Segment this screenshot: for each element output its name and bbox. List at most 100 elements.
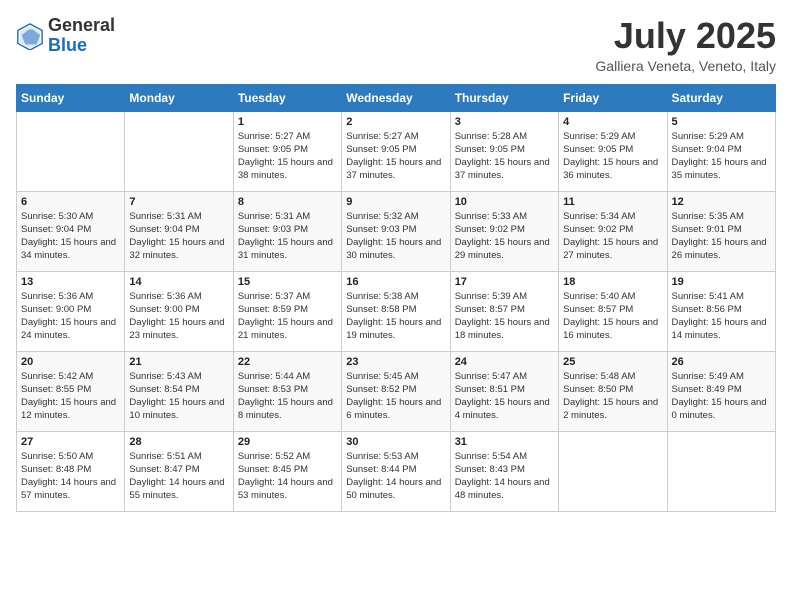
- day-info: Sunrise: 5:53 AM Sunset: 8:44 PM Dayligh…: [346, 450, 445, 503]
- day-info: Sunrise: 5:41 AM Sunset: 8:56 PM Dayligh…: [672, 290, 771, 343]
- month-title: July 2025: [595, 16, 776, 56]
- day-info: Sunrise: 5:34 AM Sunset: 9:02 PM Dayligh…: [563, 210, 662, 263]
- day-number: 11: [563, 196, 662, 208]
- day-info: Sunrise: 5:33 AM Sunset: 9:02 PM Dayligh…: [455, 210, 554, 263]
- day-info: Sunrise: 5:36 AM Sunset: 9:00 PM Dayligh…: [129, 290, 228, 343]
- logo-blue-text: Blue: [48, 35, 87, 55]
- day-number: 31: [455, 436, 554, 448]
- day-number: 14: [129, 276, 228, 288]
- day-number: 21: [129, 356, 228, 368]
- calendar-cell: 23Sunrise: 5:45 AM Sunset: 8:52 PM Dayli…: [342, 351, 450, 431]
- location-title: Galliera Veneta, Veneto, Italy: [595, 58, 776, 74]
- logo-icon: [16, 22, 44, 50]
- day-number: 1: [238, 116, 337, 128]
- calendar-cell: 19Sunrise: 5:41 AM Sunset: 8:56 PM Dayli…: [667, 271, 775, 351]
- calendar-cell: 25 Sunrise: 5:48 AM Sunset: 8:50 PM Dayli…: [559, 351, 667, 431]
- week-row-5: 27 Sunrise: 5:50 AM Sunset: 8:48 PM Dayli…: [17, 431, 776, 511]
- day-number: 23: [346, 356, 445, 368]
- day-number: 24: [455, 356, 554, 368]
- day-info: Sunrise: 5:49 AM Sunset: 8:49 PM Dayligh…: [672, 370, 771, 423]
- day-info: Sunrise: 5:39 AM Sunset: 8:57 PM Dayligh…: [455, 290, 554, 343]
- day-number: 30: [346, 436, 445, 448]
- calendar-cell: 7 Sunrise: 5:31 AM Sunset: 9:04 PM Daylig…: [125, 191, 233, 271]
- day-number: 6: [21, 196, 120, 208]
- page-header: General Blue July 2025 Galliera Veneta, …: [16, 16, 776, 74]
- day-info: Sunrise: 5:42 AM Sunset: 8:55 PM Dayligh…: [21, 370, 120, 423]
- day-info: Sunrise: 5:52 AM Sunset: 8:45 PM Dayligh…: [238, 450, 337, 503]
- day-info: Sunrise: 5:28 AM Sunset: 9:05 PM Dayligh…: [455, 130, 554, 183]
- day-number: 25: [563, 356, 662, 368]
- day-info: Sunrise: 5:43 AM Sunset: 8:54 PM Dayligh…: [129, 370, 228, 423]
- day-info: Sunrise: 5:51 AM Sunset: 8:47 PM Dayligh…: [129, 450, 228, 503]
- weekday-header-saturday: Saturday: [667, 84, 775, 111]
- weekday-header-wednesday: Wednesday: [342, 84, 450, 111]
- day-info: Sunrise: 5:29 AM Sunset: 9:04 PM Dayligh…: [672, 130, 771, 183]
- week-row-1: 1 Sunrise: 5:27 AM Sunset: 9:05 PM Daylig…: [17, 111, 776, 191]
- calendar-cell: 11 Sunrise: 5:34 AM Sunset: 9:02 PM Dayli…: [559, 191, 667, 271]
- day-info: Sunrise: 5:38 AM Sunset: 8:58 PM Dayligh…: [346, 290, 445, 343]
- day-number: 28: [129, 436, 228, 448]
- day-number: 10: [455, 196, 554, 208]
- calendar-cell: 17 Sunrise: 5:39 AM Sunset: 8:57 PM Dayli…: [450, 271, 558, 351]
- day-number: 5: [672, 116, 771, 128]
- day-info: Sunrise: 5:30 AM Sunset: 9:04 PM Dayligh…: [21, 210, 120, 263]
- calendar-cell: 29 Sunrise: 5:52 AM Sunset: 8:45 PM Dayli…: [233, 431, 341, 511]
- calendar-cell: 13 Sunrise: 5:36 AM Sunset: 9:00 PM Dayli…: [17, 271, 125, 351]
- day-info: Sunrise: 5:29 AM Sunset: 9:05 PM Dayligh…: [563, 130, 662, 183]
- calendar-cell: 1 Sunrise: 5:27 AM Sunset: 9:05 PM Daylig…: [233, 111, 341, 191]
- calendar-cell: 2 Sunrise: 5:27 AM Sunset: 9:05 PM Daylig…: [342, 111, 450, 191]
- calendar-cell: 16 Sunrise: 5:38 AM Sunset: 8:58 PM Dayli…: [342, 271, 450, 351]
- day-number: 20: [21, 356, 120, 368]
- day-number: 2: [346, 116, 445, 128]
- week-row-4: 20 Sunrise: 5:42 AM Sunset: 8:55 PM Dayli…: [17, 351, 776, 431]
- weekday-header-sunday: Sunday: [17, 84, 125, 111]
- day-number: 8: [238, 196, 337, 208]
- day-number: 16: [346, 276, 445, 288]
- logo-general-text: General: [48, 15, 115, 35]
- day-info: Sunrise: 5:40 AM Sunset: 8:57 PM Dayligh…: [563, 290, 662, 343]
- day-number: 27: [21, 436, 120, 448]
- calendar-cell: 12 Sunrise: 5:35 AM Sunset: 9:01 PM Dayli…: [667, 191, 775, 271]
- calendar-cell: [125, 111, 233, 191]
- calendar-cell: 30 Sunrise: 5:53 AM Sunset: 8:44 PM Dayli…: [342, 431, 450, 511]
- calendar-cell: 27 Sunrise: 5:50 AM Sunset: 8:48 PM Dayli…: [17, 431, 125, 511]
- calendar-cell: 20 Sunrise: 5:42 AM Sunset: 8:55 PM Dayli…: [17, 351, 125, 431]
- day-number: 9: [346, 196, 445, 208]
- calendar-cell: 3 Sunrise: 5:28 AM Sunset: 9:05 PM Daylig…: [450, 111, 558, 191]
- day-info: Sunrise: 5:27 AM Sunset: 9:05 PM Dayligh…: [346, 130, 445, 183]
- calendar-cell: [667, 431, 775, 511]
- title-block: July 2025 Galliera Veneta, Veneto, Italy: [595, 16, 776, 74]
- day-info: Sunrise: 5:44 AM Sunset: 8:53 PM Dayligh…: [238, 370, 337, 423]
- day-info: Sunrise: 5:27 AM Sunset: 9:05 PM Dayligh…: [238, 130, 337, 183]
- calendar-cell: 21 Sunrise: 5:43 AM Sunset: 8:54 PM Dayli…: [125, 351, 233, 431]
- day-info: Sunrise: 5:35 AM Sunset: 9:01 PM Dayligh…: [672, 210, 771, 263]
- day-info: Sunrise: 5:47 AM Sunset: 8:51 PM Dayligh…: [455, 370, 554, 423]
- calendar-cell: 15Sunrise: 5:37 AM Sunset: 8:59 PM Dayli…: [233, 271, 341, 351]
- day-number: 29: [238, 436, 337, 448]
- day-number: 26: [672, 356, 771, 368]
- calendar-cell: 10 Sunrise: 5:33 AM Sunset: 9:02 PM Dayli…: [450, 191, 558, 271]
- week-row-2: 6 Sunrise: 5:30 AM Sunset: 9:04 PM Daylig…: [17, 191, 776, 271]
- weekday-header-row: SundayMondayTuesdayWednesdayThursdayFrid…: [17, 84, 776, 111]
- calendar-cell: 24 Sunrise: 5:47 AM Sunset: 8:51 PM Dayli…: [450, 351, 558, 431]
- calendar-cell: 4Sunrise: 5:29 AM Sunset: 9:05 PM Daylig…: [559, 111, 667, 191]
- day-number: 12: [672, 196, 771, 208]
- day-number: 13: [21, 276, 120, 288]
- weekday-header-thursday: Thursday: [450, 84, 558, 111]
- weekday-header-friday: Friday: [559, 84, 667, 111]
- day-number: 7: [129, 196, 228, 208]
- day-info: Sunrise: 5:36 AM Sunset: 9:00 PM Dayligh…: [21, 290, 120, 343]
- day-info: Sunrise: 5:48 AM Sunset: 8:50 PM Dayligh…: [563, 370, 662, 423]
- calendar-cell: 28 Sunrise: 5:51 AM Sunset: 8:47 PM Dayli…: [125, 431, 233, 511]
- calendar-cell: 8Sunrise: 5:31 AM Sunset: 9:03 PM Daylig…: [233, 191, 341, 271]
- day-number: 3: [455, 116, 554, 128]
- calendar-cell: 14 Sunrise: 5:36 AM Sunset: 9:00 PM Dayli…: [125, 271, 233, 351]
- day-number: 17: [455, 276, 554, 288]
- day-info: Sunrise: 5:31 AM Sunset: 9:04 PM Dayligh…: [129, 210, 228, 263]
- day-info: Sunrise: 5:50 AM Sunset: 8:48 PM Dayligh…: [21, 450, 120, 503]
- day-info: Sunrise: 5:32 AM Sunset: 9:03 PM Dayligh…: [346, 210, 445, 263]
- calendar-cell: 9 Sunrise: 5:32 AM Sunset: 9:03 PM Daylig…: [342, 191, 450, 271]
- calendar-cell: 26 Sunrise: 5:49 AM Sunset: 8:49 PM Dayli…: [667, 351, 775, 431]
- day-number: 18: [563, 276, 662, 288]
- weekday-header-monday: Monday: [125, 84, 233, 111]
